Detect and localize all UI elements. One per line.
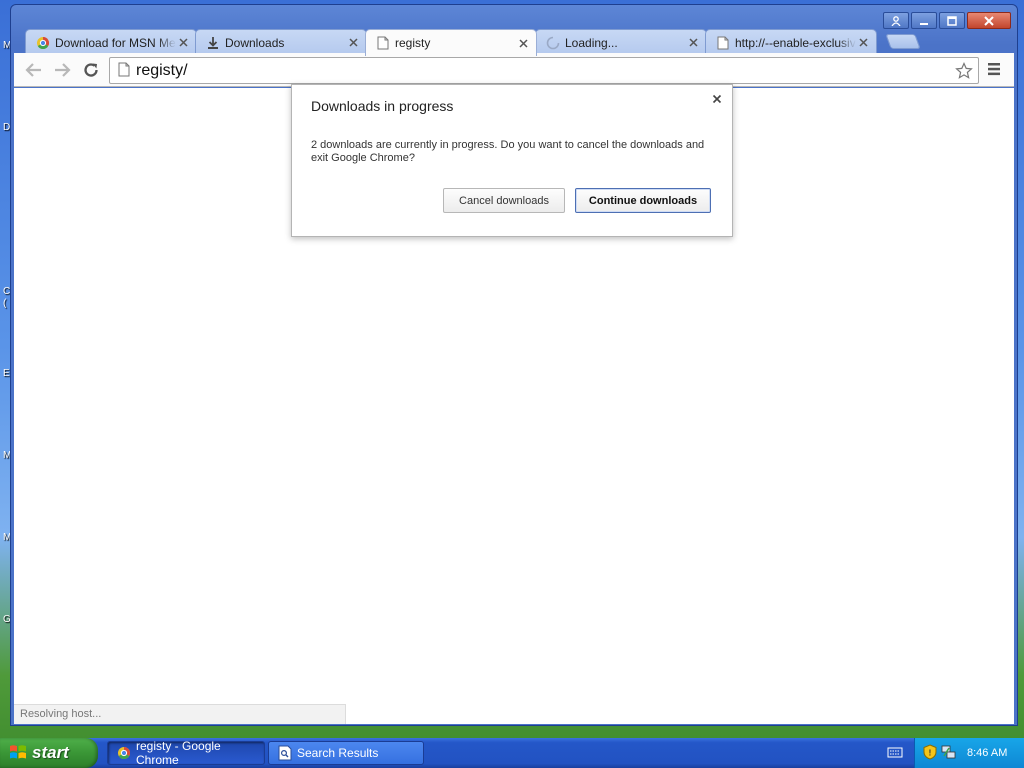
tab-close-icon[interactable] [686, 36, 700, 50]
dialog-title: Downloads in progress [311, 98, 454, 114]
tab-strip: Download for MSN Messenger Downloads reg… [25, 29, 877, 56]
download-icon [206, 36, 220, 50]
network-icon[interactable] [941, 744, 957, 763]
taskbar-item-label: Search Results [297, 746, 379, 760]
tab-downloads[interactable]: Downloads [195, 29, 367, 55]
tab-title: Download for MSN Messenger [55, 35, 176, 50]
maximize-icon[interactable] [939, 12, 965, 29]
svg-text:!: ! [929, 748, 932, 757]
tab-title: Downloads [225, 35, 285, 50]
taskbar: start registy - Google Chrome Search Res… [0, 738, 1024, 768]
page-icon [376, 36, 390, 50]
chrome-icon [116, 745, 132, 761]
forward-arrow-icon[interactable] [52, 60, 72, 80]
tab-title: Loading... [565, 35, 618, 50]
tab-msn-download[interactable]: Download for MSN Messenger [25, 29, 197, 55]
url-text[interactable]: registy/ [136, 62, 188, 80]
close-icon[interactable] [967, 12, 1011, 29]
dialog-message: 2 downloads are currently in progress. D… [311, 139, 705, 164]
loading-spinner-icon [546, 36, 560, 50]
taskbar-item-search-results[interactable]: Search Results [268, 741, 424, 765]
status-bubble: Resolving host... [14, 704, 346, 724]
search-results-icon [277, 745, 293, 761]
window-controls [883, 12, 1011, 29]
close-icon[interactable] [711, 93, 723, 105]
taskbar-item-label: registy - Google Chrome [136, 739, 221, 767]
downloads-in-progress-dialog: Downloads in progress 2 downloads are cu… [291, 84, 733, 237]
tab-title: registy [395, 36, 431, 50]
new-tab-button[interactable] [885, 34, 921, 49]
tab-title: http://--enable-exclusive [735, 35, 856, 50]
back-arrow-icon[interactable] [24, 60, 44, 80]
security-shield-icon[interactable]: ! [923, 743, 937, 763]
tab-registy[interactable]: registy [365, 29, 537, 56]
start-label: start [32, 743, 69, 762]
cancel-downloads-button[interactable]: Cancel downloads [443, 188, 565, 213]
tab-close-icon[interactable] [516, 36, 530, 50]
page-icon [716, 36, 730, 50]
desktop-icon-label: E [3, 368, 10, 379]
windows-logo-icon [9, 743, 27, 764]
tab-close-icon[interactable] [176, 36, 190, 50]
continue-downloads-button[interactable]: Continue downloads [575, 188, 711, 213]
tab-close-icon[interactable] [346, 36, 360, 50]
keyboard-icon[interactable] [887, 746, 903, 762]
page-icon [118, 62, 130, 80]
clock[interactable]: 8:46 AM [967, 747, 1007, 759]
system-tray: ! 8:46 AM [914, 738, 1024, 768]
tab-enable-exclusive[interactable]: http://--enable-exclusive [705, 29, 877, 55]
tab-loading[interactable]: Loading... [535, 29, 707, 55]
chrome-favicon-icon [36, 36, 50, 50]
desktop-icon-label: ( [3, 298, 7, 309]
tab-close-icon[interactable] [856, 36, 870, 50]
minimize-icon[interactable] [911, 12, 937, 29]
browser-toolbar: registy/ [14, 53, 1014, 87]
taskbar-item-chrome[interactable]: registy - Google Chrome [107, 739, 265, 767]
reload-icon[interactable] [81, 60, 101, 80]
bookmark-star-icon[interactable] [954, 61, 974, 81]
address-bar[interactable]: registy/ [109, 57, 979, 84]
hamburger-menu-icon[interactable] [986, 61, 1006, 79]
profile-icon[interactable] [883, 12, 909, 29]
start-button[interactable]: start [0, 738, 98, 768]
